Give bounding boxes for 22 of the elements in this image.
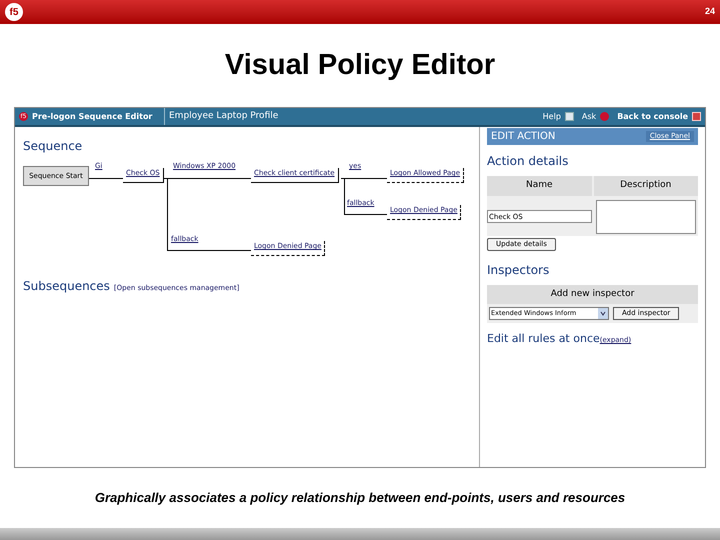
column-header: Name [487,176,592,196]
close-icon[interactable] [692,112,701,121]
section-heading: Action details [487,153,570,170]
panel-title: EDIT ACTION [491,130,556,144]
column-header: Description [594,176,698,196]
header-link[interactable]: Back to console [617,110,688,122]
page-number: 24 [704,5,715,18]
slide-caption: Graphically associates a policy relationship between end-points, users and resources [94,489,626,508]
description-field[interactable] [596,200,696,234]
header-link[interactable]: Ask [582,110,596,122]
profile-name: Employee Laptop Profile [168,110,280,123]
editor-title: Pre-logon Sequence Editor [32,110,152,122]
help-icon[interactable] [564,112,574,121]
section-heading: Edit all rules at once [487,331,600,347]
section-heading: Sequence [23,138,82,155]
connector-line [89,178,123,179]
logo: f5 [5,3,23,21]
slide-title: Visual Policy Editor [224,48,496,83]
add-inspector-header: Add new inspector [487,284,698,304]
header-link[interactable]: Help [542,110,561,122]
section-heading: Inspectors [487,262,550,278]
section-heading: Subsequences [23,278,110,295]
